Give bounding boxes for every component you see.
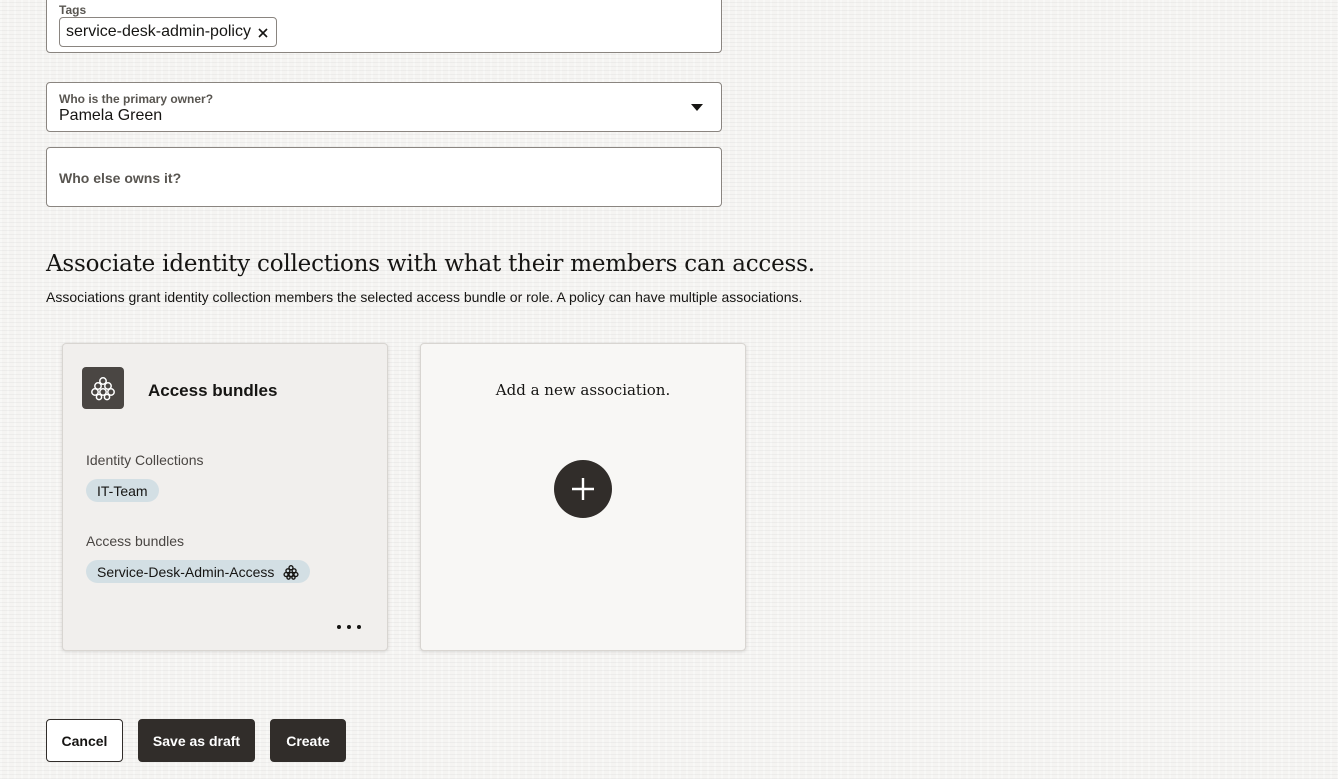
other-owners-input[interactable]: Who else owns it? <box>46 147 722 207</box>
identity-collections-label: Identity Collections <box>86 452 204 468</box>
access-bundle-icon <box>82 367 124 409</box>
identity-collection-chip: IT-Team <box>86 479 159 502</box>
access-bundles-label: Access bundles <box>86 533 185 549</box>
add-association-title: Add a new association. <box>495 381 671 399</box>
cancel-button[interactable]: Cancel <box>46 719 123 762</box>
caret-down-icon[interactable] <box>691 104 703 111</box>
association-card-title: Access bundles <box>148 381 278 400</box>
add-association-card[interactable]: Add a new association. <box>420 343 746 651</box>
primary-owner-label: Who is the primary owner? <box>59 92 214 106</box>
plus-icon <box>572 478 594 500</box>
tags-field[interactable]: Tags service-desk-admin-policy <box>46 0 722 53</box>
more-actions-icon[interactable] <box>337 620 361 634</box>
save-as-draft-button[interactable]: Save as draft <box>138 719 255 762</box>
access-bundle-chip-label: Service-Desk-Admin-Access <box>97 563 275 580</box>
identity-collection-chip-label: IT-Team <box>97 482 148 499</box>
access-bundle-icon <box>283 564 299 580</box>
primary-owner-value: Pamela Green <box>59 107 163 124</box>
tag-chip-label: service-desk-admin-policy <box>66 23 251 40</box>
tag-chip: service-desk-admin-policy <box>59 17 277 47</box>
primary-owner-select[interactable]: Who is the primary owner? Pamela Green <box>46 82 722 132</box>
add-association-button[interactable] <box>554 460 612 518</box>
access-bundle-chip: Service-Desk-Admin-Access <box>86 560 311 583</box>
associations-heading: Associate identity collections with what… <box>46 251 815 277</box>
other-owners-label: Who else owns it? <box>59 170 182 186</box>
create-button[interactable]: Create <box>270 719 346 762</box>
tags-label: Tags <box>59 3 87 17</box>
association-card: Access bundles Identity Collections IT-T… <box>62 343 388 651</box>
associations-description: Associations grant identity collection m… <box>46 289 803 305</box>
close-icon[interactable] <box>257 26 269 38</box>
